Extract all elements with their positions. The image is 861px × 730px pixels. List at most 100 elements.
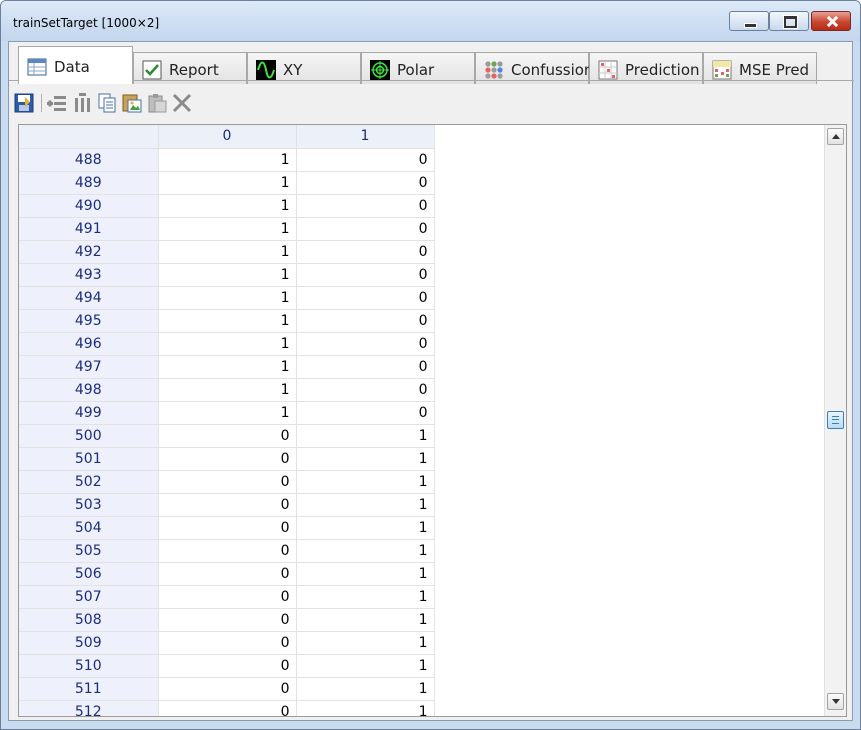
table-cell[interactable]: 1 <box>296 493 435 517</box>
row-header[interactable]: 488 <box>19 148 159 172</box>
table-cell[interactable]: 1 <box>158 309 297 333</box>
copy-icon[interactable] <box>96 92 118 114</box>
table-cell[interactable]: 0 <box>296 171 435 195</box>
minimize-button[interactable] <box>729 11 769 31</box>
table-cell[interactable]: 0 <box>296 378 435 402</box>
row-header[interactable]: 507 <box>19 585 159 609</box>
table-cell[interactable]: 0 <box>296 309 435 333</box>
row-header[interactable]: 500 <box>19 424 159 448</box>
row-header[interactable]: 506 <box>19 562 159 586</box>
table-cell[interactable]: 1 <box>158 355 297 379</box>
table-cell[interactable]: 0 <box>296 332 435 356</box>
scroll-up-button[interactable] <box>827 128 844 145</box>
table-cell[interactable]: 0 <box>158 631 297 655</box>
row-header[interactable]: 503 <box>19 493 159 517</box>
table-cell[interactable]: 0 <box>296 401 435 425</box>
row-header[interactable]: 495 <box>19 309 159 333</box>
table-cell[interactable]: 0 <box>158 516 297 540</box>
data-grid[interactable]: 0 1 488 1 0 489 1 0 490 1 0 491 1 0 492 1 0 493 1 0 494 1 0 4… <box>18 124 847 717</box>
table-cell[interactable]: 0 <box>296 194 435 218</box>
row-header[interactable]: 509 <box>19 631 159 655</box>
row-header[interactable]: 492 <box>19 240 159 264</box>
table-cell[interactable]: 0 <box>158 608 297 632</box>
table-cell[interactable]: 1 <box>158 332 297 356</box>
vertical-scrollbar[interactable] <box>824 125 846 716</box>
table-cell[interactable]: 0 <box>158 447 297 471</box>
row-header[interactable]: 512 <box>19 700 159 716</box>
row-header[interactable]: 494 <box>19 286 159 310</box>
tab-label: XY <box>283 61 303 79</box>
corner-header[interactable] <box>19 125 159 149</box>
table-cell[interactable]: 1 <box>296 516 435 540</box>
scroll-down-button[interactable] <box>827 693 844 710</box>
row-header[interactable]: 490 <box>19 194 159 218</box>
table-cell[interactable]: 0 <box>158 562 297 586</box>
insert-row-icon[interactable] <box>46 92 68 114</box>
table-cell[interactable]: 0 <box>296 240 435 264</box>
row-header[interactable]: 508 <box>19 608 159 632</box>
table-cell[interactable]: 1 <box>296 654 435 678</box>
table-cell[interactable]: 0 <box>158 700 297 716</box>
table-cell[interactable]: 1 <box>158 263 297 287</box>
table-cell[interactable]: 1 <box>296 447 435 471</box>
table-row: 510 0 1 <box>19 654 435 678</box>
table-cell[interactable]: 0 <box>296 286 435 310</box>
row-header[interactable]: 501 <box>19 447 159 471</box>
table-cell[interactable]: 1 <box>296 631 435 655</box>
table-cell[interactable]: 1 <box>296 608 435 632</box>
row-header[interactable]: 491 <box>19 217 159 241</box>
table-cell[interactable]: 1 <box>158 240 297 264</box>
tab-data[interactable]: Data <box>18 46 133 84</box>
row-header[interactable]: 497 <box>19 355 159 379</box>
table-cell[interactable]: 1 <box>158 286 297 310</box>
table-cell[interactable]: 0 <box>158 470 297 494</box>
table-cell[interactable]: 1 <box>296 562 435 586</box>
table-cell[interactable]: 1 <box>296 424 435 448</box>
window-title: trainSetTarget [1000×2] <box>13 16 160 30</box>
table-cell[interactable]: 0 <box>296 263 435 287</box>
table-cell[interactable]: 0 <box>158 539 297 563</box>
row-header[interactable]: 505 <box>19 539 159 563</box>
row-header[interactable]: 498 <box>19 378 159 402</box>
table-cell[interactable]: 0 <box>158 493 297 517</box>
row-header[interactable]: 489 <box>19 171 159 195</box>
table-cell[interactable]: 1 <box>296 677 435 701</box>
paste-image-icon[interactable] <box>121 92 143 114</box>
row-header[interactable]: 511 <box>19 677 159 701</box>
header-row: 0 1 <box>19 125 435 149</box>
table-cell[interactable]: 1 <box>158 148 297 172</box>
table-cell[interactable]: 1 <box>158 378 297 402</box>
table-cell[interactable]: 0 <box>158 654 297 678</box>
column-header[interactable]: 1 <box>296 125 435 149</box>
maximize-button[interactable] <box>769 11 809 31</box>
row-header[interactable]: 499 <box>19 401 159 425</box>
insert-column-icon[interactable] <box>71 92 93 114</box>
row-header[interactable]: 510 <box>19 654 159 678</box>
close-button[interactable] <box>811 11 851 31</box>
table-cell[interactable]: 1 <box>296 700 435 716</box>
table-cell[interactable]: 0 <box>296 148 435 172</box>
row-header[interactable]: 504 <box>19 516 159 540</box>
table-cell[interactable]: 1 <box>296 585 435 609</box>
table-cell[interactable]: 1 <box>158 194 297 218</box>
table-cell[interactable]: 1 <box>158 401 297 425</box>
tab-label: Prediction <box>625 61 700 79</box>
row-header[interactable]: 493 <box>19 263 159 287</box>
title-bar[interactable]: trainSetTarget [1000×2] <box>1 1 860 41</box>
table-cell[interactable]: 0 <box>296 217 435 241</box>
table-cell[interactable]: 0 <box>158 424 297 448</box>
paste-icon[interactable] <box>146 92 168 114</box>
scroll-thumb[interactable] <box>827 411 844 429</box>
table-cell[interactable]: 0 <box>158 677 297 701</box>
table-cell[interactable]: 1 <box>158 217 297 241</box>
save-icon[interactable] <box>13 92 35 114</box>
table-cell[interactable]: 1 <box>296 470 435 494</box>
column-header[interactable]: 0 <box>158 125 297 149</box>
table-cell[interactable]: 0 <box>296 355 435 379</box>
table-cell[interactable]: 0 <box>158 585 297 609</box>
table-cell[interactable]: 1 <box>296 539 435 563</box>
table-cell[interactable]: 1 <box>158 171 297 195</box>
row-header[interactable]: 502 <box>19 470 159 494</box>
row-header[interactable]: 496 <box>19 332 159 356</box>
delete-icon[interactable] <box>171 92 193 114</box>
